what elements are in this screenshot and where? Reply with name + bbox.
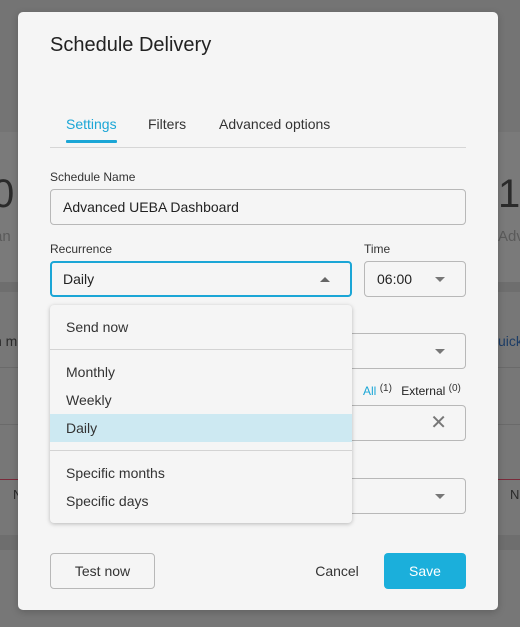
recurrence-select[interactable]: Daily bbox=[50, 261, 352, 297]
time-select[interactable]: 06:00 bbox=[364, 261, 466, 297]
recipients-external-link[interactable]: External bbox=[401, 384, 445, 398]
recipients-all-count: (1) bbox=[379, 383, 392, 394]
background-stat-label-left: an bbox=[0, 228, 11, 245]
chevron-up-icon bbox=[320, 277, 330, 282]
dropdown-divider bbox=[50, 450, 352, 451]
tab-filters[interactable]: Filters bbox=[148, 116, 186, 142]
time-label: Time bbox=[364, 242, 391, 256]
recurrence-option-weekly[interactable]: Weekly bbox=[50, 386, 352, 414]
recurrence-value: Daily bbox=[63, 271, 95, 287]
chevron-down-icon bbox=[435, 494, 445, 499]
schedule-name-label: Schedule Name bbox=[50, 170, 136, 184]
save-button[interactable]: Save bbox=[384, 553, 466, 589]
background-column-label-right: N bbox=[510, 487, 520, 502]
tab-bar: Settings Filters Advanced options bbox=[50, 112, 466, 148]
recipients-input[interactable]: ✕ bbox=[352, 405, 466, 441]
close-icon[interactable]: ✕ bbox=[430, 413, 447, 433]
additional-select[interactable] bbox=[352, 478, 466, 514]
tab-settings[interactable]: Settings bbox=[66, 116, 117, 143]
recipient-filter-links: All (1) External (0) bbox=[363, 383, 461, 398]
format-select[interactable] bbox=[352, 333, 466, 369]
recurrence-option-monthly[interactable]: Monthly bbox=[50, 358, 352, 386]
chevron-down-icon bbox=[435, 349, 445, 354]
recurrence-dropdown-menu: Send now Monthly Weekly Daily Specific m… bbox=[50, 305, 352, 523]
recurrence-option-send-now[interactable]: Send now bbox=[50, 313, 352, 341]
schedule-name-input[interactable]: Advanced UEBA Dashboard bbox=[50, 189, 466, 225]
background-stat-label-right: Adv bbox=[498, 228, 520, 245]
background-stat-value-left: 0 bbox=[0, 172, 15, 216]
background-stat-value-right: 1 bbox=[498, 172, 520, 216]
dialog-title: Schedule Delivery bbox=[50, 34, 212, 56]
dropdown-divider bbox=[50, 349, 352, 350]
cancel-button[interactable]: Cancel bbox=[304, 553, 370, 589]
background-quick-link[interactable]: uick bbox=[498, 333, 520, 349]
recurrence-option-specific-months[interactable]: Specific months bbox=[50, 459, 352, 487]
schedule-name-value: Advanced UEBA Dashboard bbox=[63, 199, 239, 215]
recurrence-option-daily[interactable]: Daily bbox=[50, 414, 352, 442]
chevron-down-icon bbox=[435, 277, 445, 282]
recipients-external-count: (0) bbox=[448, 383, 461, 394]
recurrence-label: Recurrence bbox=[50, 242, 113, 256]
background-text-fragment: n m bbox=[0, 333, 18, 349]
tab-advanced-options[interactable]: Advanced options bbox=[219, 116, 330, 142]
time-value: 06:00 bbox=[377, 271, 413, 287]
recurrence-option-specific-days[interactable]: Specific days bbox=[50, 487, 352, 515]
test-now-button[interactable]: Test now bbox=[50, 553, 155, 589]
recipients-all-link[interactable]: All bbox=[363, 384, 376, 398]
